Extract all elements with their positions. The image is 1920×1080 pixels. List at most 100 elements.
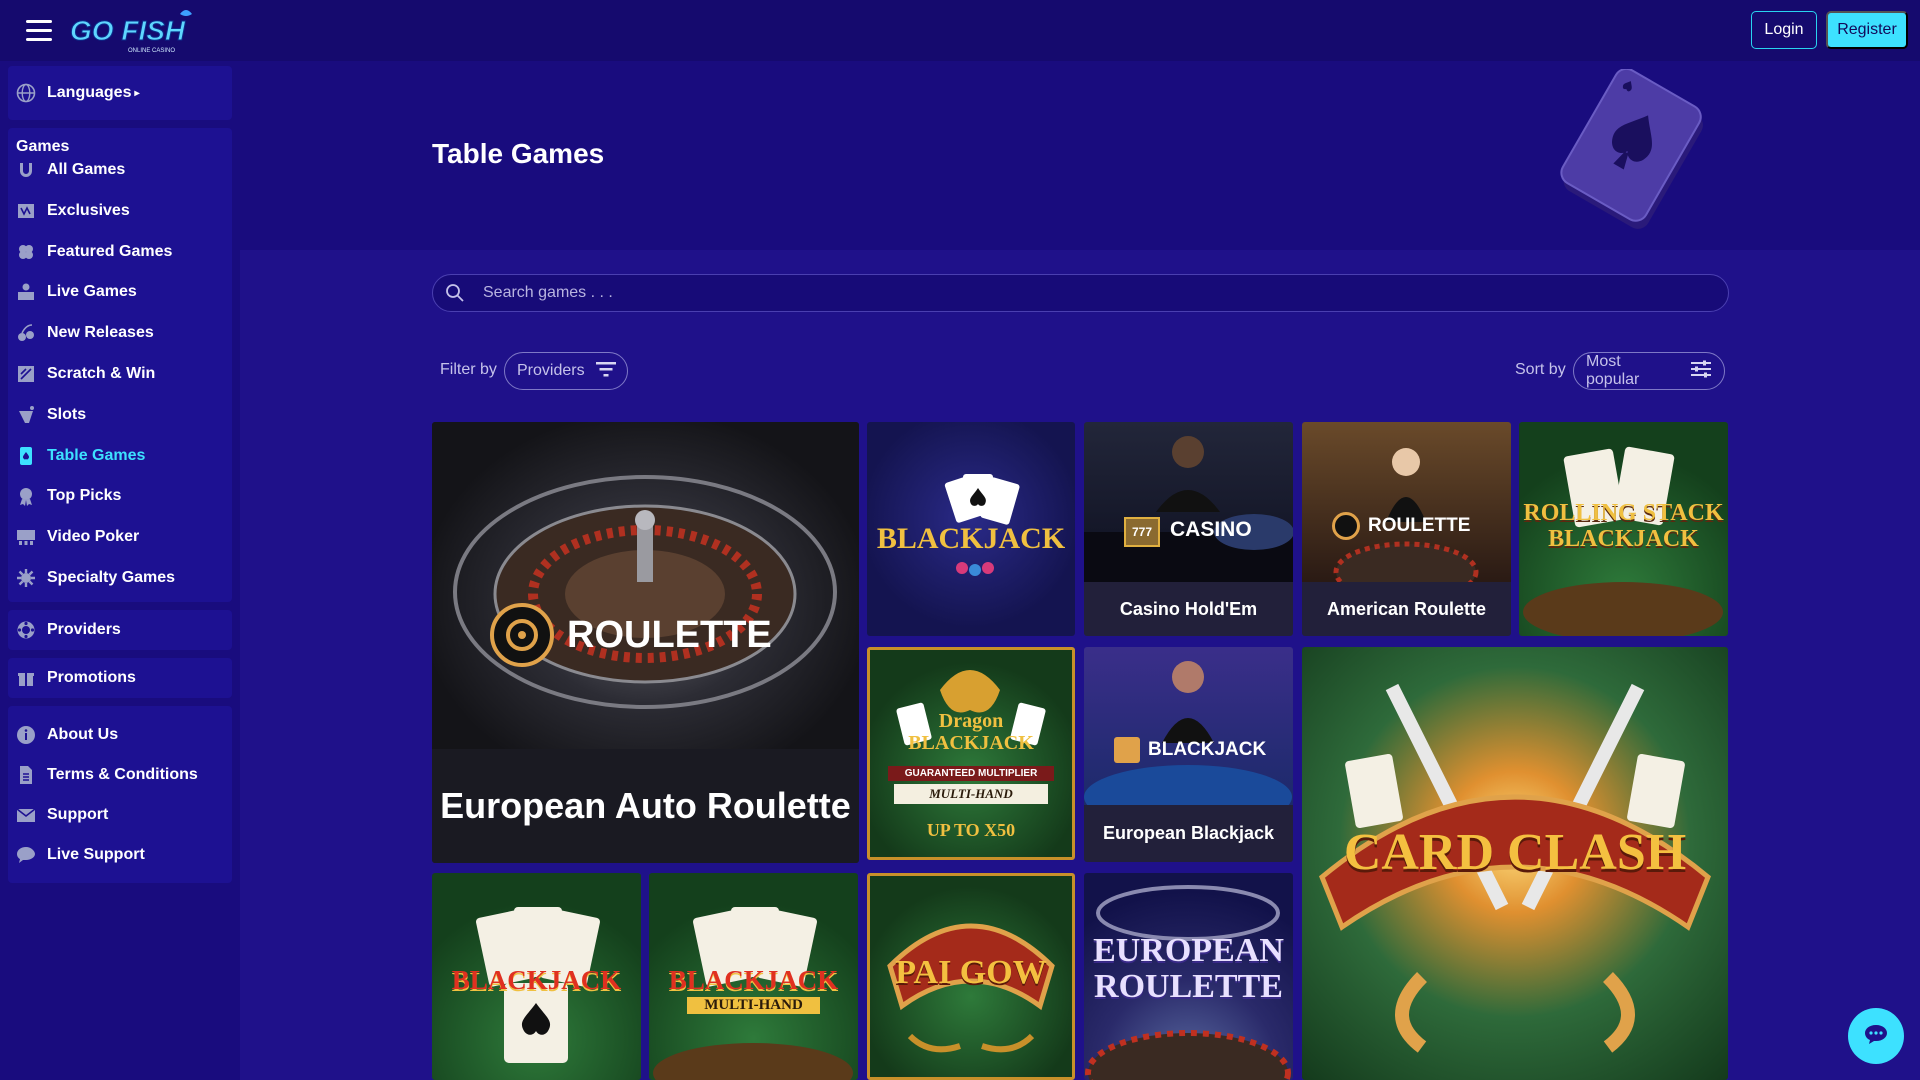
go-fish-logo[interactable]: GO FISH ONLINE CASINO — [70, 4, 210, 56]
games-block: Games All Games Exclusives Featured Games L… — [8, 128, 232, 602]
sidebar-item-label: Live Games — [47, 283, 137, 301]
game-art-label: CASINO — [1170, 518, 1252, 541]
spade-card-illustration — [1560, 69, 1703, 229]
sidebar-item-support[interactable]: Support — [16, 803, 108, 827]
sliders-icon — [1690, 360, 1712, 383]
filter-icon — [595, 360, 617, 383]
sidebar-item-label: Promotions — [47, 669, 136, 686]
game-tile-european-blackjack[interactable]: BLACKJACK European Blackjack — [1084, 647, 1293, 862]
blackjack-card-icon — [1114, 737, 1140, 763]
sidebar-item-terms-and-conditions[interactable]: Terms & Conditions — [16, 763, 198, 787]
info-icon — [16, 725, 36, 745]
game-tile-blackjack[interactable]: BLACKJACK — [867, 422, 1075, 636]
providers-filter-dropdown[interactable]: Providers — [504, 352, 628, 390]
sidebar-item-video-poker[interactable]: Video Poker — [16, 525, 139, 549]
sidebar-item-label: Scratch & Win — [47, 365, 156, 382]
roulette-logo-icon — [1332, 512, 1360, 540]
top-bar: GO FISH ONLINE CASINO Login Register — [0, 0, 1920, 61]
languages-menu[interactable]: Languages ▸ — [16, 81, 140, 105]
sidebar-item-label: All Games — [47, 161, 126, 178]
sidebar-item-live-support[interactable]: Live Support — [16, 843, 145, 867]
game-tile-blackjack-classic[interactable]: BLACKJACK — [432, 873, 641, 1080]
chat-bubble-icon — [1863, 1023, 1889, 1050]
game-art-label: EUROPEAN ROULETTE — [1093, 932, 1284, 1005]
game-tile-european-auto-roulette[interactable]: ROULETTE European Auto Roulette — [432, 422, 859, 863]
sidebar-item-label: About Us — [47, 726, 119, 743]
caret-right-icon: ▸ — [134, 87, 140, 99]
sidebar-item-table-games[interactable]: Table Games — [16, 444, 145, 468]
exclusive-icon — [16, 201, 36, 221]
game-tile-casino-holdem[interactable]: 777 CASINO Casino Hold'Em — [1084, 422, 1293, 636]
game-tile-european-roulette[interactable]: EUROPEAN ROULETTE — [1084, 873, 1293, 1080]
sidebar-item-about-us[interactable]: About Us — [16, 723, 118, 747]
game-art: ROULETTE — [1302, 422, 1511, 603]
languages-block: Languages ▸ — [8, 66, 232, 120]
sort-label: Sort by — [1515, 361, 1566, 378]
game-tile-blackjack-multi-hand[interactable]: BLACKJACK MULTI-HAND — [649, 873, 858, 1080]
game-title: Casino Hold'Em — [1084, 582, 1293, 636]
game-art-label: CARD CLASH — [1343, 824, 1687, 881]
sidebar-item-label: Specialty Games — [47, 569, 176, 586]
promotions-block: Promotions — [8, 658, 232, 698]
chat-bubble-icon — [16, 845, 36, 865]
sidebar-item-scratch-and-win[interactable]: Scratch & Win — [16, 362, 155, 386]
card-icon — [16, 446, 36, 466]
globe-icon — [16, 83, 36, 103]
award-icon — [16, 486, 36, 507]
sidebar-item-live-games[interactable]: Live Games — [16, 280, 137, 304]
mail-icon — [16, 805, 36, 825]
sidebar-item-label: Featured Games — [47, 242, 173, 260]
video-poker-icon — [16, 527, 36, 547]
game-tile-dragon-blackjack[interactable]: Dragon BLACKJACK GUARANTEED MULTIPLIER M… — [867, 647, 1075, 860]
sidebar-item-specialty-games[interactable]: Specialty Games — [16, 566, 175, 590]
dealer-icon — [16, 282, 36, 302]
gift-icon — [16, 668, 36, 688]
game-tile-rolling-stack-blackjack[interactable]: ROLLING STACK BLACKJACK — [1519, 422, 1728, 636]
sidebar-item-new-releases[interactable]: New Releases — [16, 321, 154, 345]
page-title: Table Games — [432, 138, 605, 169]
game-art-label: ROULETTE — [1368, 515, 1471, 536]
sidebar-item-providers[interactable]: Providers — [16, 618, 121, 642]
game-tile-pai-gow[interactable]: PAI GOW — [867, 873, 1075, 1080]
sidebar-item-promotions[interactable]: Promotions — [16, 666, 136, 690]
game-art-label: ROULETTE — [567, 614, 772, 656]
sort-dropdown[interactable]: Most popular — [1573, 352, 1725, 390]
svg-text:GO FISH: GO FISH — [70, 15, 186, 46]
chip-icon — [16, 620, 36, 640]
gear-icon — [16, 568, 36, 588]
game-tile-card-clash[interactable]: CARD CLASH — [1302, 647, 1728, 1080]
game-art: 777 CASINO — [1084, 422, 1293, 582]
live-chat-button[interactable] — [1848, 1008, 1904, 1064]
sidebar-item-label: New Releases — [47, 324, 154, 342]
sidebar-item-exclusives[interactable]: Exclusives — [16, 199, 130, 223]
sidebar: Languages ▸ Games All Games Exclusives Fea… — [0, 61, 240, 1080]
sidebar-item-label: Terms & Conditions — [47, 766, 198, 783]
casino-777-icon: 777 — [1124, 517, 1160, 547]
scratch-icon — [16, 364, 36, 384]
horseshoe-icon — [16, 160, 36, 180]
sidebar-item-label: Support — [47, 806, 109, 823]
game-art-label: ROLLING STACK BLACKJACK — [1523, 500, 1724, 552]
sidebar-item-label: Exclusives — [47, 201, 130, 219]
hamburger-menu-icon[interactable] — [26, 20, 52, 41]
game-art-label: BLACKJACK — [668, 965, 839, 995]
sidebar-item-label: Live Support — [47, 846, 145, 863]
game-art-subtitle: GUARANTEED MULTIPLIER — [888, 766, 1054, 781]
sidebar-item-slots[interactable]: Slots — [16, 403, 86, 427]
game-art-subtitle-3: UP TO X50 — [926, 820, 1016, 840]
game-title: American Roulette — [1302, 582, 1511, 636]
sidebar-item-label: Slots — [47, 405, 87, 423]
search-icon — [445, 283, 465, 303]
cherries-icon — [16, 323, 36, 343]
game-title: European Blackjack — [1084, 805, 1293, 862]
info-block: About Us Terms & Conditions Support Live Su… — [8, 706, 232, 883]
login-button[interactable]: Login — [1751, 11, 1817, 49]
register-button[interactable]: Register — [1826, 11, 1908, 49]
game-tile-american-roulette[interactable]: ROULETTE American Roulette — [1302, 422, 1511, 636]
sidebar-item-featured-games[interactable]: Featured Games — [16, 240, 172, 264]
game-art: ROULETTE — [432, 422, 859, 749]
search-input[interactable] — [483, 284, 1683, 302]
sidebar-item-top-picks[interactable]: Top Picks — [16, 484, 121, 508]
sidebar-item-all-games[interactable]: All Games — [16, 158, 125, 182]
search-bar — [432, 274, 1729, 312]
